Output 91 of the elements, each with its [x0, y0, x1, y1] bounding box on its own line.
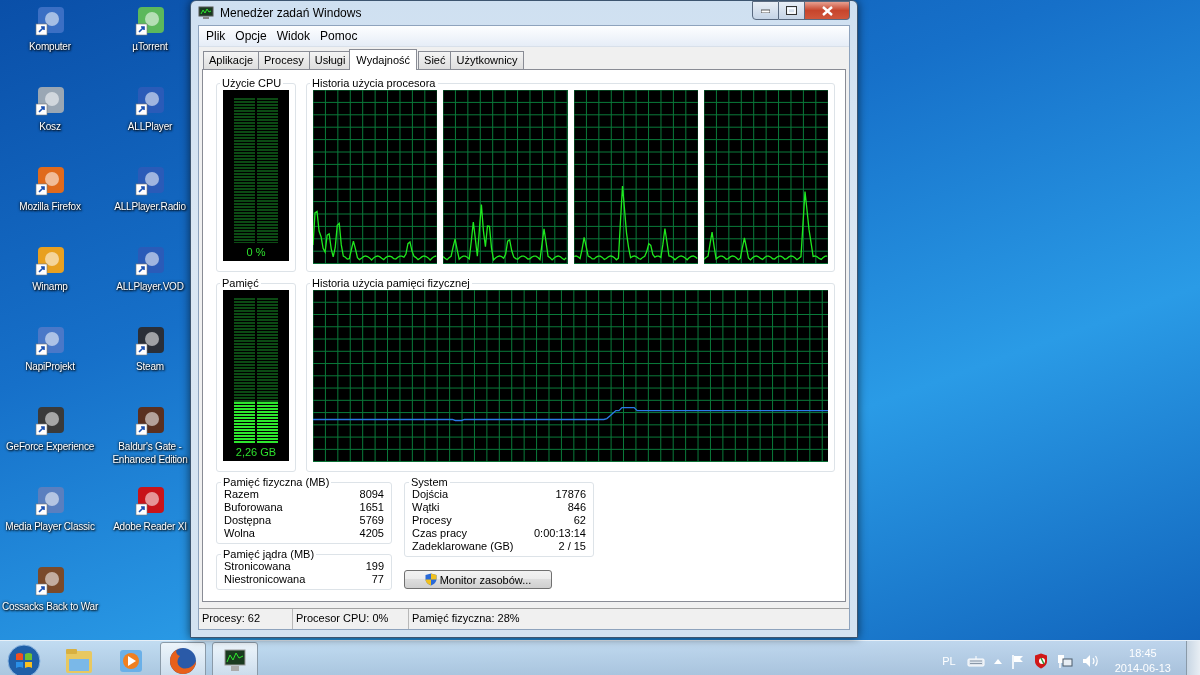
group-title: Pamięć	[221, 277, 260, 289]
status-text: Procesy: 62	[199, 609, 293, 629]
menu-item[interactable]: Pomoc	[315, 29, 363, 43]
menu-item[interactable]: Widok	[271, 29, 316, 43]
icon-label: Media Player Classic	[4, 520, 96, 533]
tab[interactable]: Użytkownicy	[450, 51, 524, 69]
resource-monitor-button[interactable]: Monitor zasobów...	[404, 570, 552, 589]
icon-label: ALLPlayer.Radio	[113, 200, 187, 213]
shortcut-icon[interactable]	[134, 165, 166, 197]
group-title: Historia użycia pamięci fizycznej	[311, 277, 471, 289]
maximize-icon	[786, 6, 797, 15]
taskbar-button[interactable]	[212, 642, 258, 675]
icon-label: Mozilla Firefox	[18, 200, 82, 213]
menu-item[interactable]: Opcje	[230, 29, 272, 43]
minimize-icon	[761, 8, 770, 13]
stat-label: Zadeklarowane (GB)	[412, 540, 514, 553]
meter-reading: 0 %	[246, 245, 266, 260]
start-button[interactable]	[4, 641, 44, 675]
stat-value: 17876	[555, 488, 586, 501]
stat-value: 77	[371, 573, 384, 586]
stat-value: 0:00:13:14	[534, 527, 586, 540]
window-title: Menedżer zadań Windows	[220, 6, 362, 20]
icon-label: Baldur's Gate - Enhanced Edition	[111, 440, 189, 466]
shortcut-icon[interactable]	[34, 85, 66, 117]
icon-label: ALLPlayer	[126, 120, 174, 133]
stat-label: Dojścia	[412, 488, 449, 501]
stat-label: Dostępna	[224, 514, 272, 527]
icon-label: Steam	[135, 360, 165, 373]
shortcut-icon[interactable]	[134, 485, 166, 517]
stat-value: 5769	[359, 514, 384, 527]
shortcut-icon[interactable]	[134, 5, 166, 37]
shortcut-icon[interactable]	[134, 85, 166, 117]
stat-value: 846	[567, 501, 586, 514]
shortcut-icon[interactable]	[34, 5, 66, 37]
shield-icon	[424, 573, 437, 586]
group-title: System	[410, 476, 449, 488]
shortcut-icon[interactable]	[34, 165, 66, 197]
stat-label: Wolna	[224, 527, 255, 540]
tab[interactable]: Usługi	[308, 51, 352, 69]
status-text: Pamięć fizyczna: 28%	[411, 611, 521, 626]
icon-label: Kosz	[38, 120, 62, 133]
shield-icon[interactable]	[1033, 653, 1048, 669]
stat-value: 199	[365, 560, 384, 573]
globe-icon	[168, 646, 198, 675]
keyboard-icon[interactable]	[966, 655, 985, 667]
shortcut-icon[interactable]	[34, 565, 66, 597]
menu-item[interactable]: Plik	[201, 29, 231, 43]
minimize-button[interactable]	[752, 1, 779, 20]
tab[interactable]: Sieć	[418, 51, 452, 69]
icon-label: GeForce Experience	[4, 440, 96, 453]
stat-value: 1651	[359, 501, 384, 514]
shortcut-icon[interactable]	[134, 405, 166, 437]
stat-value: 2 / 15	[558, 540, 586, 553]
icon-label: Komputer	[28, 40, 72, 53]
stat-label: Procesy	[412, 514, 452, 527]
stat-value: 62	[573, 514, 586, 527]
group-title: Historia użycia procesora	[311, 77, 437, 89]
shortcut-icon[interactable]	[134, 245, 166, 277]
group-title: Pamięć fizyczna (MB)	[222, 476, 331, 488]
stat-label: Wątki	[412, 501, 440, 514]
icon-label: Adobe Reader XI	[112, 520, 188, 533]
shortcut-icon[interactable]	[34, 405, 66, 437]
tab[interactable]: Wydajność	[349, 49, 418, 70]
group-title: Pamięć jądra (MB)	[222, 548, 316, 560]
icon-label: ALLPlayer.VOD	[115, 280, 185, 293]
monitor-icon	[198, 6, 214, 20]
stat-value: 8094	[359, 488, 384, 501]
icon-label: µTorrent	[131, 40, 169, 53]
stat-label: Buforowana	[224, 501, 283, 514]
icon-label: Winamp	[31, 280, 69, 293]
icon-label: Cossacks Back to War	[1, 600, 99, 613]
tab[interactable]: Aplikacje	[203, 51, 260, 69]
taskbar-button[interactable]	[160, 642, 206, 675]
close-button[interactable]	[805, 1, 850, 20]
stat-label: Razem	[224, 488, 259, 501]
shortcut-icon[interactable]	[134, 325, 166, 357]
meter-reading: 2,26 GB	[235, 445, 277, 460]
play-icon	[117, 647, 145, 675]
maximize-button[interactable]	[779, 1, 805, 20]
group-title: Użycie CPU	[221, 77, 283, 89]
stat-label: Niestronicowana	[224, 573, 306, 586]
stat-label: Czas pracy	[412, 527, 468, 540]
status-text: Procesor CPU: 0%	[293, 609, 409, 629]
folder-icon	[64, 647, 94, 675]
icon-label: NapiProjekt	[24, 360, 76, 373]
shortcut-icon[interactable]	[34, 245, 66, 277]
network-icon[interactable]	[1056, 653, 1073, 669]
close-icon	[821, 5, 833, 16]
stat-value: 4205	[359, 527, 384, 540]
tab[interactable]: Procesy	[258, 51, 310, 69]
stat-label: Stronicowana	[224, 560, 291, 573]
